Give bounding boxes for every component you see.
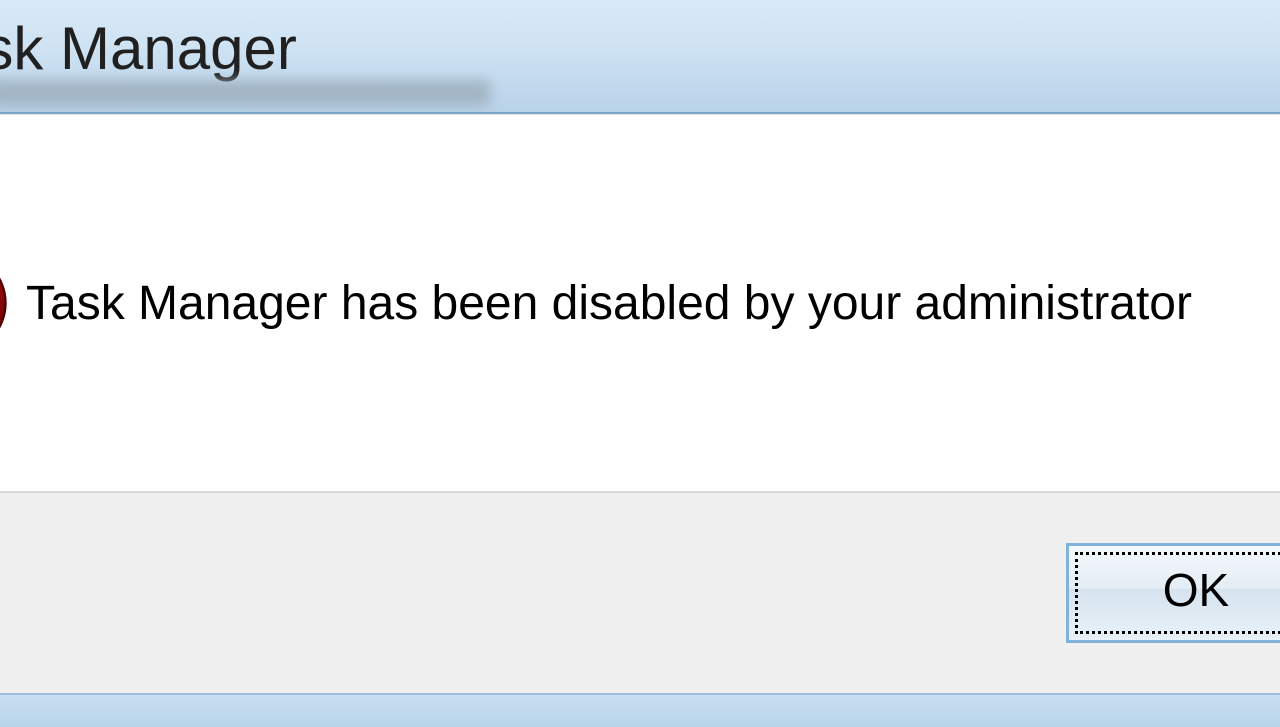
dialog-message: Task Manager has been disabled by your a… bbox=[20, 276, 1280, 331]
button-bar: OK bbox=[0, 491, 1280, 693]
dialog-window: Task Manager bbox=[0, 0, 1280, 720]
window-title: Task Manager bbox=[0, 14, 297, 83]
title-bar[interactable]: Task Manager bbox=[0, 0, 1280, 114]
window-bottom-frame bbox=[0, 693, 1280, 727]
ok-button[interactable]: OK bbox=[1066, 543, 1280, 643]
icon-container bbox=[0, 248, 20, 358]
error-icon bbox=[0, 248, 10, 358]
dialog-client-area: Task Manager has been disabled by your a… bbox=[0, 114, 1280, 491]
